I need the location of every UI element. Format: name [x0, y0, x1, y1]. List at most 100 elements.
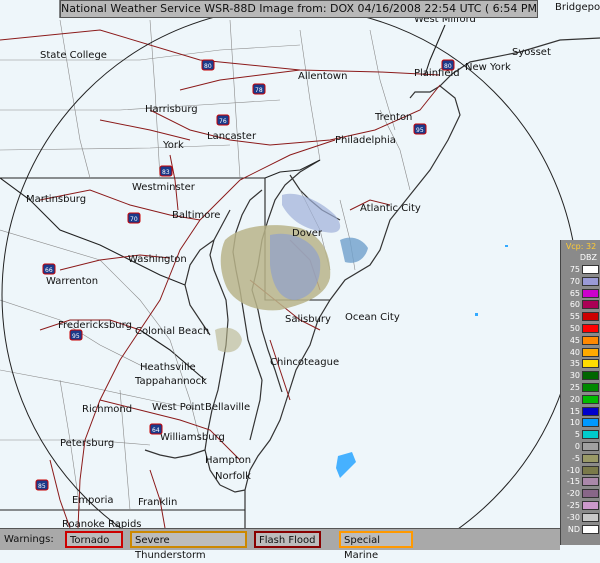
- legend-row: ND: [561, 524, 600, 535]
- city-label: Fredericksburg: [58, 320, 132, 331]
- legend-level-label: -30: [566, 512, 580, 522]
- legend-row: 55: [561, 311, 600, 322]
- legend-level-label: -10: [566, 465, 580, 475]
- legend-row: 70: [561, 276, 600, 287]
- city-label: Westminster: [132, 182, 196, 193]
- legend-color-swatch: [582, 359, 599, 369]
- city-label: Petersburg: [60, 438, 114, 449]
- legend-color-swatch: [582, 501, 599, 510]
- city-label: Franklin: [138, 497, 177, 508]
- legend-row: -5: [561, 453, 600, 464]
- legend-row: -30: [561, 512, 600, 523]
- legend-color-swatch: [582, 430, 599, 440]
- city-label: Syosset: [512, 47, 551, 58]
- city-label: Bellaville: [205, 402, 250, 413]
- legend-color-swatch: [582, 276, 599, 286]
- legend-level-label: 20: [569, 394, 580, 404]
- city-label: New York: [465, 62, 511, 73]
- legend-level-label: 15: [569, 406, 580, 416]
- legend-vcp-label: Vcp: 32: [565, 242, 597, 251]
- warning-tornado-button[interactable]: Tornado: [65, 531, 123, 548]
- legend-color-swatch: [582, 335, 599, 345]
- svg-text:95: 95: [416, 127, 424, 134]
- interstate-shield-icon: 66: [42, 263, 56, 275]
- legend-color-swatch: [582, 312, 599, 322]
- legend-color-swatch: [582, 442, 599, 451]
- legend-level-label: 75: [569, 265, 580, 274]
- legend-color-swatch: [582, 453, 599, 463]
- warning-flash-flood-button[interactable]: Flash Flood: [254, 531, 321, 548]
- radar-echo-dot: [505, 245, 508, 247]
- legend-row: -25: [561, 500, 600, 511]
- city-label: Richmond: [82, 404, 132, 415]
- legend-color-swatch: [582, 347, 599, 357]
- legend-row: 10: [561, 417, 600, 428]
- legend-level-label: 25: [569, 383, 580, 392]
- legend-row: 45: [561, 335, 600, 346]
- radar-map: Lock Haven West Milford Bridgeport State…: [0, 0, 600, 550]
- legend-row: 15: [561, 406, 600, 417]
- legend-color-swatch: [582, 394, 599, 404]
- warning-special-marine-button[interactable]: Special Marine: [339, 531, 413, 561]
- legend-unit-label: DBZ: [579, 253, 597, 262]
- interstate-shield-icon: 83: [159, 165, 173, 177]
- dbz-legend: Vcp: 32 DBZ 75 70 65 60 55 50 45 40 35 30 25 20 15 10…: [560, 240, 600, 545]
- svg-text:80: 80: [204, 63, 212, 70]
- legend-level-label: -5: [572, 453, 580, 463]
- legend-row: -20: [561, 488, 600, 499]
- city-label: Baltimore: [172, 210, 220, 221]
- svg-text:66: 66: [45, 267, 53, 274]
- city-label: Norfolk: [215, 471, 251, 482]
- interstate-shield-icon: 80: [441, 59, 455, 71]
- interstate-shield-icon: 95: [69, 329, 83, 341]
- legend-level-label: 30: [569, 371, 580, 381]
- city-label: Emporia: [72, 495, 114, 506]
- warnings-bar: Warnings: Tornado Severe Thunderstorm Fl…: [0, 528, 560, 561]
- legend-level-label: -15: [566, 477, 580, 487]
- warning-severe-thunderstorm-button[interactable]: Severe Thunderstorm: [130, 531, 247, 561]
- city-label: Tappahannock: [134, 376, 207, 387]
- city-label: Atlantic City: [360, 203, 421, 214]
- city-label: Warrenton: [46, 276, 98, 287]
- interstate-shield-icon: 85: [35, 479, 49, 491]
- warnings-label: Warnings:: [4, 534, 54, 545]
- city-label: Salisbury: [285, 314, 331, 325]
- legend-level-label: 70: [569, 276, 580, 286]
- legend-level-label: 10: [569, 418, 580, 428]
- legend-color-swatch: [582, 477, 599, 487]
- legend-level-label: -20: [566, 489, 580, 499]
- legend-color-swatch: [582, 418, 599, 428]
- city-label: Washington: [128, 254, 187, 265]
- legend-level-label: 5: [574, 430, 580, 440]
- city-label: Philadelphia: [335, 135, 396, 146]
- interstate-shield-icon: 70: [127, 212, 141, 224]
- city-label: State College: [40, 50, 107, 61]
- legend-color-swatch: [582, 288, 599, 298]
- legend-row: -15: [561, 476, 600, 487]
- legend-color-swatch: [582, 465, 599, 475]
- legend-level-label: 0: [574, 442, 580, 451]
- city-label: York: [162, 140, 184, 151]
- city-label: Martinsburg: [26, 194, 86, 205]
- legend-row: 20: [561, 394, 600, 405]
- legend-level-label: 50: [569, 324, 580, 333]
- legend-level-label: 55: [569, 312, 580, 322]
- svg-text:80: 80: [444, 63, 452, 70]
- legend-color-swatch: [582, 371, 599, 381]
- city-label: Williamsburg: [160, 432, 225, 443]
- legend-level-label: ND: [567, 524, 580, 534]
- legend-color-swatch: [582, 324, 599, 333]
- svg-text:70: 70: [130, 216, 138, 223]
- radar-echo-dot: [475, 313, 478, 316]
- city-label: West Point: [152, 402, 205, 413]
- legend-row: 35: [561, 358, 600, 369]
- city-label: Harrisburg: [145, 104, 198, 115]
- legend-color-swatch: [582, 383, 599, 392]
- radar-title-bar: National Weather Service WSR-88D Image f…: [60, 0, 538, 18]
- legend-level-label: 45: [569, 335, 580, 345]
- svg-text:76: 76: [219, 118, 227, 125]
- city-label: Allentown: [298, 71, 347, 82]
- legend-level-label: 40: [569, 347, 580, 357]
- city-label: Hampton: [205, 455, 251, 466]
- svg-text:83: 83: [162, 169, 170, 176]
